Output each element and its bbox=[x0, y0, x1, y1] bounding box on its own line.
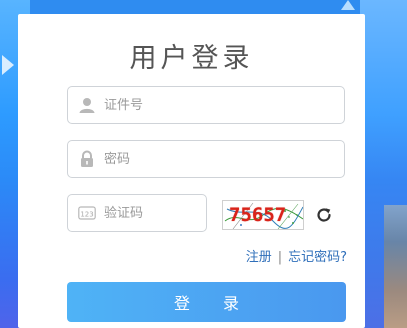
captcha-image[interactable]: 75657 bbox=[222, 200, 304, 230]
username-field[interactable] bbox=[67, 86, 345, 124]
register-link[interactable]: 注册 bbox=[246, 250, 272, 265]
decorative-triangle-icon bbox=[341, 0, 355, 10]
captcha-input[interactable] bbox=[104, 195, 200, 231]
decorative-arrow-icon bbox=[2, 55, 14, 75]
password-field[interactable] bbox=[67, 140, 345, 178]
login-card: 用户登录 证件号 123 验证码 75657 注册 | 忘记密码? 登 录 bbox=[18, 14, 365, 328]
svg-text:123: 123 bbox=[80, 210, 93, 218]
background-photo bbox=[384, 205, 407, 328]
keypad-icon: 123 bbox=[78, 204, 96, 222]
login-title: 用户登录 bbox=[129, 43, 254, 74]
captcha-field[interactable]: 123 bbox=[67, 194, 207, 232]
link-separator: | bbox=[277, 250, 283, 265]
refresh-icon[interactable] bbox=[314, 205, 334, 225]
forgot-password-link[interactable]: 忘记密码? bbox=[288, 250, 347, 265]
page-background: 用户登录 证件号 123 验证码 75657 注册 | 忘记密码? 登 录 bbox=[0, 0, 407, 328]
username-input[interactable] bbox=[104, 87, 334, 123]
login-button[interactable]: 登 录 bbox=[67, 282, 346, 322]
password-input[interactable] bbox=[104, 141, 334, 177]
captcha-text: 75657 bbox=[229, 204, 287, 226]
lock-icon bbox=[78, 150, 96, 168]
auth-links: 注册 | 忘记密码? bbox=[246, 250, 347, 266]
user-icon bbox=[78, 96, 96, 114]
